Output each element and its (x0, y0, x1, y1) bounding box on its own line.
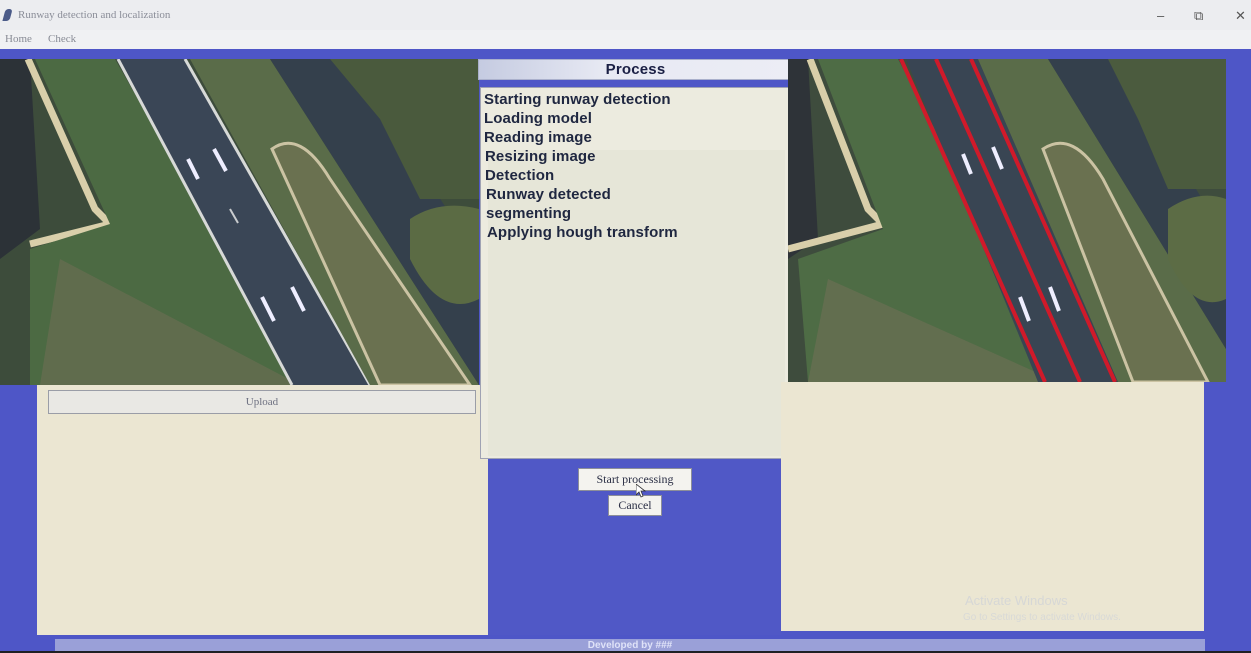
output-image (788, 59, 1226, 382)
start-processing-button[interactable]: Start processing (578, 468, 692, 491)
log-line: Runway detected (486, 186, 611, 203)
app-window: Runway detection and localization – ⧉ ✕ … (0, 0, 1251, 651)
close-button[interactable]: ✕ (1235, 8, 1246, 24)
cancel-button[interactable]: Cancel (608, 495, 662, 516)
log-line: Loading model (484, 110, 592, 127)
window-title: Runway detection and localization (18, 9, 171, 21)
log-line: Detection (485, 167, 555, 184)
menu-home[interactable]: Home (5, 33, 32, 45)
feather-icon (2, 9, 13, 21)
title-bar: Runway detection and localization – ⧉ ✕ (0, 0, 1251, 31)
menu-bar: Home Check (0, 30, 1251, 49)
log-line: Reading image (484, 129, 592, 146)
left-panel (37, 385, 490, 635)
input-image (0, 59, 479, 385)
log-line: Resizing image (485, 148, 596, 165)
minimize-button[interactable]: – (1157, 8, 1164, 23)
footer: Developed by ### (55, 639, 1205, 651)
activate-windows-subtitle: Go to Settings to activate Windows. (963, 612, 1121, 623)
mouse-pointer-icon (636, 484, 646, 498)
log-line: Applying hough transform (487, 224, 678, 241)
menu-check[interactable]: Check (48, 33, 76, 45)
log-line: Starting runway detection (484, 91, 671, 108)
activate-windows-title: Activate Windows (965, 593, 1068, 608)
process-header: Process (478, 59, 793, 80)
upload-button[interactable]: Upload (48, 390, 476, 414)
restore-button[interactable]: ⧉ (1194, 8, 1203, 24)
log-line: segmenting (486, 205, 572, 222)
